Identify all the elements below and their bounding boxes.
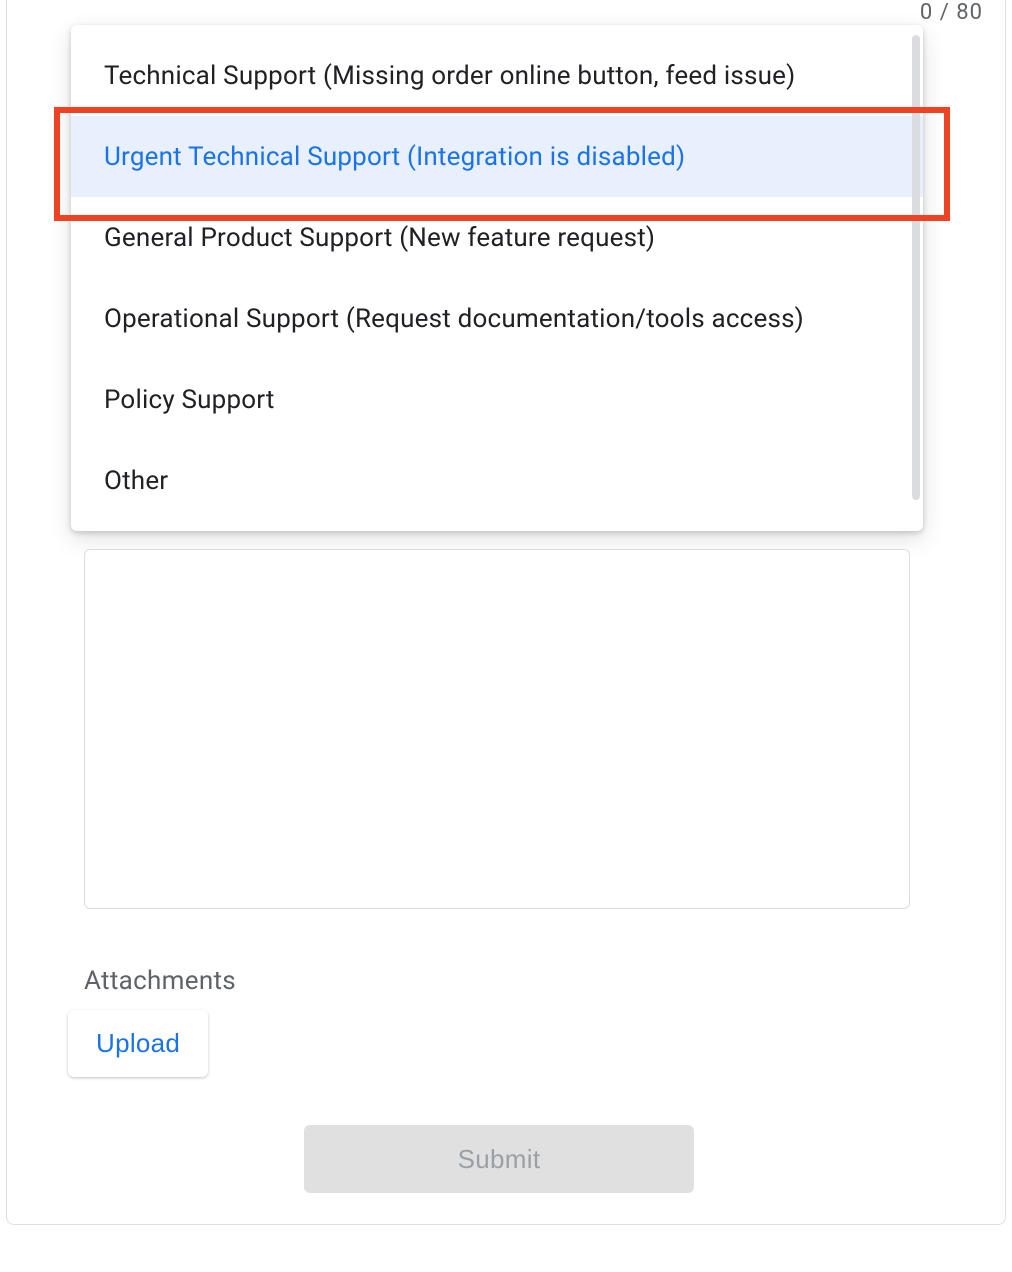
- dropdown-option-label: Other: [104, 466, 168, 496]
- dropdown-option-urgent-technical-support[interactable]: Urgent Technical Support (Integration is…: [71, 116, 923, 197]
- dropdown-option-general-product-support[interactable]: General Product Support (New feature req…: [71, 197, 923, 278]
- dropdown-option-operational-support[interactable]: Operational Support (Request documentati…: [71, 278, 923, 359]
- dropdown-option-label: Urgent Technical Support (Integration is…: [104, 142, 685, 172]
- dropdown-option-other[interactable]: Other: [71, 440, 923, 521]
- scrollbar[interactable]: [912, 35, 920, 500]
- dropdown-option-label: Operational Support (Request documentati…: [104, 304, 804, 334]
- description-textarea[interactable]: [84, 549, 910, 909]
- dropdown-option-label: Policy Support: [104, 385, 275, 415]
- dropdown-option-label: General Product Support (New feature req…: [104, 223, 655, 253]
- dropdown-option-policy-support[interactable]: Policy Support: [71, 359, 923, 440]
- dropdown-option-technical-support[interactable]: Technical Support (Missing order online …: [71, 35, 923, 116]
- category-dropdown[interactable]: Technical Support (Missing order online …: [71, 25, 923, 531]
- form-card: 0 / 80 Technical Support (Missing order …: [6, 0, 1006, 1225]
- char-counter: 0 / 80: [920, 0, 983, 25]
- attachments-label: Attachments: [84, 966, 236, 996]
- submit-button[interactable]: Submit: [304, 1125, 694, 1193]
- dropdown-option-label: Technical Support (Missing order online …: [104, 61, 795, 91]
- upload-button[interactable]: Upload: [68, 1010, 208, 1077]
